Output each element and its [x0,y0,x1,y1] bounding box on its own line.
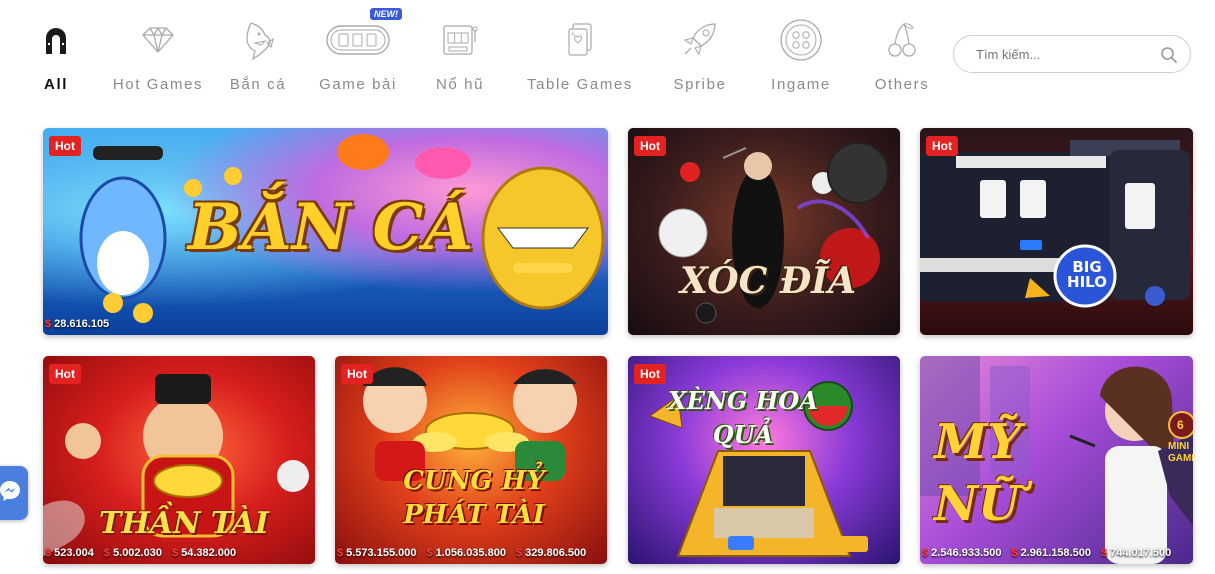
game-title-art: XÓC ĐĨA [680,260,857,302]
game-artwork: XÈNG HOA QUẢ [628,356,900,564]
rocket-icon [681,18,719,62]
category-label: All [44,76,68,93]
diamond-icon [141,18,175,62]
horseshoe-icon [41,18,71,62]
jackpot-value: $5.573.155.000 [337,547,417,559]
category-all[interactable]: All [30,18,82,98]
game-card-ban-ca[interactable]: BẮN CÁ Hot $28.616.105 [43,128,608,335]
cherries-icon [886,18,918,62]
category-label: Ingame [771,76,831,93]
svg-text:A: A [571,32,575,38]
category-label: Table Games [527,76,633,93]
game-artwork: BẮN CÁ [43,128,608,335]
jackpot-value: $329.806.500 [515,547,587,559]
hot-badge: Hot [341,364,373,384]
jackpot-value: $28.616.105 [45,318,110,330]
search-box [953,35,1191,73]
hot-badge: Hot [926,136,958,156]
slot-machine-icon [442,18,478,62]
category-label: Spribe [673,76,727,93]
mini-game-count: 6 [1177,418,1184,432]
category-hot-games[interactable]: Hot Games [104,18,212,98]
shark-icon [241,18,275,62]
search-input[interactable] [974,45,1148,63]
category-game-bai[interactable]: NEW! Game bài [312,8,404,98]
jackpot-list: $5.573.155.000 $1.056.035.800 $329.806.5… [335,542,586,564]
mahjong-chip-icon [779,18,823,62]
category-spribe[interactable]: Spribe [664,18,736,98]
game-card-big-hilo[interactable]: BIG HILO Hot [920,128,1193,335]
mini-game-label[interactable]: MINI GAME [1168,441,1193,465]
jackpot-value: $1.056.035.800 [426,547,506,559]
category-nav: All Hot Games Bắn cá NEW! Game bài Nổ hũ… [0,0,1215,110]
jackpot-value: $744.017.500 [1100,547,1172,559]
jackpot-list: $28.616.105 [43,313,109,335]
game-artwork: THẦN TÀI [43,356,315,564]
jackpot-value: $5.002.030 [103,547,162,559]
game-title-art: THẦN TÀI [99,506,269,541]
game-title-art: CUNG HỶ PHÁT TÀI [403,466,545,530]
jackpot-value: $2.546.933.500 [922,547,1002,559]
game-artwork: XÓC ĐĨA [628,128,900,335]
messenger-button[interactable] [0,466,28,520]
game-title-art: XÈNG HOA QUẢ [668,386,818,449]
game-artwork: BIG HILO [920,128,1193,335]
category-label: Others [874,76,930,93]
category-no-hu[interactable]: Nổ hũ [425,18,495,98]
category-table-games[interactable]: A Table Games [518,18,642,98]
category-others[interactable]: Others [866,18,938,98]
jackpot-value: $2.961.158.500 [1011,547,1091,559]
jackpot-list: $2.546.933.500 $2.961.158.500 $744.017.5… [920,542,1171,564]
category-ingame[interactable]: Ingame [764,18,838,98]
game-card-xeng-hoa-qua[interactable]: XÈNG HOA QUẢ Hot [628,356,900,564]
game-title-art: BẮN CÁ [188,190,474,265]
game-artwork: CUNG HỶ PHÁT TÀI [335,356,607,564]
category-label: Hot Games [112,76,204,93]
new-badge: NEW! [370,8,402,20]
category-label: Game bài [319,76,397,93]
game-title-art: MỸ NỮ [934,414,1022,532]
jackpot-value: $523.004 [45,547,94,559]
game-card-my-nu[interactable]: MỸ NỮ 6 MINI GAME $2.546.933.500 $2.961.… [920,356,1193,564]
messenger-icon [0,479,22,508]
playing-card-icon: A [566,18,594,62]
jackpot-value: $54.382.000 [171,547,237,559]
game-artwork: MỸ NỮ 6 MINI GAME [920,356,1193,564]
game-card-xoc-dia[interactable]: XÓC ĐĨA Hot [628,128,900,335]
category-label: Bắn cá [229,76,287,93]
category-label: Nổ hũ [435,76,485,93]
category-ban-ca[interactable]: Bắn cá [222,18,294,98]
game-card-cung-hy-phat-tai[interactable]: CUNG HỶ PHÁT TÀI Hot $5.573.155.000 $1.0… [335,356,607,564]
search-icon[interactable] [1160,46,1178,69]
game-card-than-tai[interactable]: THẦN TÀI Hot $523.004 $5.002.030 $54.382… [43,356,315,564]
jackpot-list: $523.004 $5.002.030 $54.382.000 [43,542,236,564]
hot-badge: Hot [634,364,666,384]
card-table-icon [325,18,391,62]
hot-badge: Hot [634,136,666,156]
game-title-art: BIG HILO [1067,258,1107,291]
hot-badge: Hot [49,136,81,156]
hot-badge: Hot [49,364,81,384]
